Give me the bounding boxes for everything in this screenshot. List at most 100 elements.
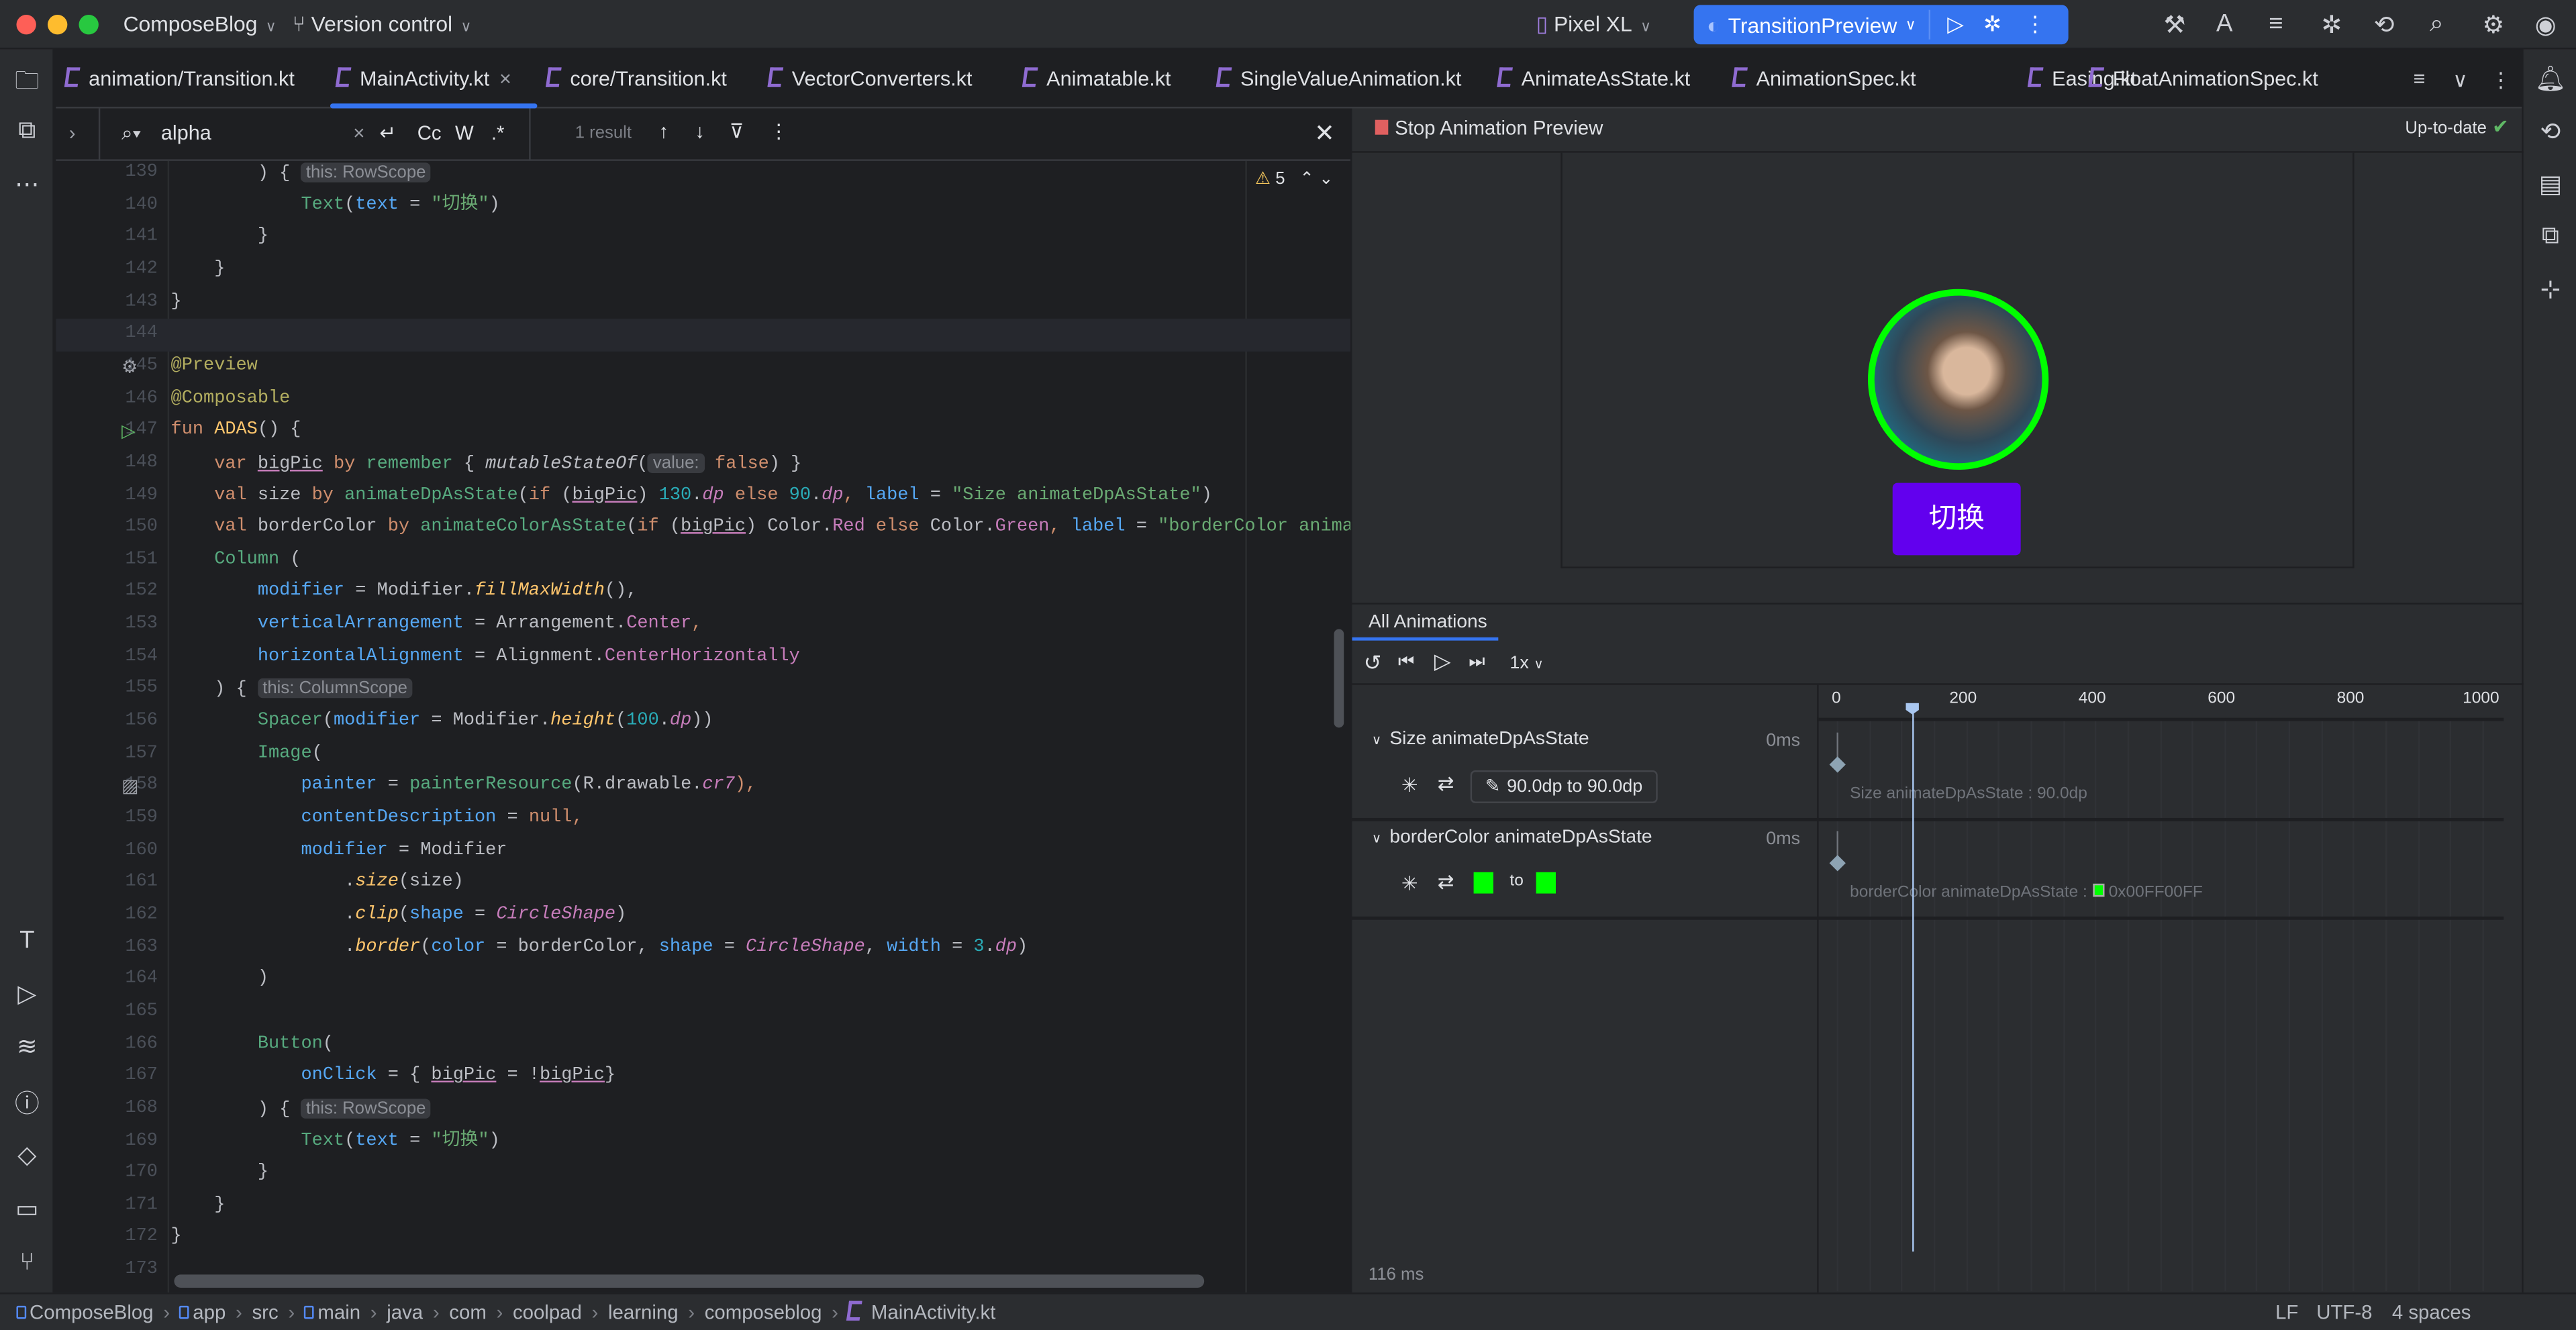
code-line[interactable]: 151 Column ( bbox=[56, 545, 1350, 577]
line-separator[interactable]: LF bbox=[2275, 1301, 2298, 1324]
keyframe-diamond[interactable] bbox=[1828, 855, 1845, 872]
code-line[interactable]: 159 contentDescription = null, bbox=[56, 803, 1350, 835]
code-line[interactable]: 162 .clip(shape = CircleShape) bbox=[56, 900, 1350, 932]
skip-end-icon[interactable]: ⏭︎ bbox=[1469, 652, 1485, 674]
structure-icon[interactable]: ⧉ bbox=[0, 117, 54, 145]
breadcrumb-item[interactable]: app bbox=[193, 1301, 226, 1324]
maximize-window-button[interactable] bbox=[79, 15, 99, 35]
code-line[interactable]: 139 ) { this: RowScope bbox=[56, 161, 1350, 190]
code-line[interactable]: 141 } bbox=[56, 222, 1350, 254]
gradle-icon[interactable]: ▤ bbox=[2524, 169, 2576, 199]
vcs-selector[interactable]: ⑂ Version control ∨ bbox=[293, 11, 472, 36]
run-icon[interactable]: ▷ bbox=[121, 416, 136, 448]
terminal-icon[interactable]: ▭ bbox=[0, 1194, 54, 1224]
breadcrumb-item[interactable]: java bbox=[387, 1301, 423, 1324]
project-selector[interactable]: ComposeBlog ∨ bbox=[123, 11, 277, 36]
code-line[interactable]: 154 horizontalAlignment = Alignment.Cent… bbox=[56, 642, 1350, 674]
minimize-window-button[interactable] bbox=[47, 15, 68, 35]
code-line[interactable]: 167 onClick = { bigPic = !bigPic} bbox=[56, 1062, 1350, 1094]
git-icon[interactable]: ⑂ bbox=[0, 1248, 54, 1276]
code-line[interactable]: 158 ▨ painter = painterResource(R.drawabl… bbox=[56, 771, 1350, 803]
translate-icon[interactable]: A bbox=[2216, 10, 2233, 38]
bug-icon[interactable]: ✲ bbox=[2322, 10, 2342, 40]
breadcrumb-item[interactable]: com bbox=[449, 1301, 486, 1324]
code-line[interactable]: 160 modifier = Modifier bbox=[56, 835, 1350, 868]
code-line[interactable]: 171 } bbox=[56, 1190, 1350, 1223]
code-line[interactable]: 142 } bbox=[56, 254, 1350, 287]
code-line[interactable]: 164 ) bbox=[56, 964, 1350, 996]
chevron-down-icon[interactable]: ∨ bbox=[1372, 733, 1381, 748]
image-icon[interactable]: ▨ bbox=[121, 771, 138, 803]
run-icon[interactable]: ▷ bbox=[0, 979, 54, 1009]
breadcrumb-item[interactable]: coolpad bbox=[513, 1301, 582, 1324]
tab-mainactivity-kt[interactable]: MainActivity.kt × bbox=[335, 67, 511, 91]
words-toggle[interactable]: W bbox=[455, 121, 474, 144]
tab-list-icon[interactable]: ≡ bbox=[2414, 67, 2426, 90]
tab-core-transition-kt[interactable]: core/Transition.kt bbox=[546, 67, 727, 91]
from-color-swatch[interactable] bbox=[1473, 872, 1493, 894]
animation-row-header[interactable]: ∨ borderColor animateDpAsState bbox=[1372, 828, 1652, 848]
logcat-icon[interactable]: ≋ bbox=[0, 1031, 54, 1062]
playhead-handle[interactable] bbox=[1905, 703, 1920, 715]
expand-icon[interactable]: › bbox=[69, 121, 76, 144]
code-line[interactable]: 169 Text(text = "切换") bbox=[56, 1126, 1350, 1158]
tab-animationspec-kt[interactable]: AnimationSpec.kt bbox=[1732, 67, 1916, 91]
speed-selector[interactable]: 1x ∨ bbox=[1509, 654, 1543, 673]
to-color-swatch[interactable] bbox=[1536, 872, 1556, 894]
code-line[interactable]: 148 var bigPic by remember { mutableStat… bbox=[56, 448, 1350, 480]
breadcrumb-item[interactable]: src bbox=[252, 1301, 278, 1324]
code-line[interactable]: 155 ) { this: ColumnScope bbox=[56, 674, 1350, 707]
build-variants-icon[interactable]: T bbox=[0, 927, 54, 955]
animation-row-header[interactable]: ∨ Size animateDpAsState bbox=[1372, 729, 1589, 749]
breadcrumb-item[interactable]: main bbox=[317, 1301, 360, 1324]
code-line[interactable]: 146 @Composable bbox=[56, 384, 1350, 416]
indent-setting[interactable]: 4 spaces bbox=[2392, 1301, 2471, 1324]
next-occurrence-icon[interactable]: ↓ bbox=[695, 120, 705, 143]
tab-animatable-kt[interactable]: Animatable.kt bbox=[1022, 67, 1171, 91]
close-icon[interactable]: ✕ bbox=[1314, 118, 1335, 148]
tab-vectorconverters-kt[interactable]: VectorConverters.kt bbox=[767, 67, 972, 91]
code-line[interactable]: 166 Button( bbox=[56, 1029, 1350, 1062]
problems-icon[interactable]: ⓘ bbox=[0, 1086, 54, 1120]
code-line[interactable]: 157 Image( bbox=[56, 739, 1350, 771]
device-manager-icon[interactable]: ⟲ bbox=[2524, 117, 2576, 146]
code-line[interactable]: 172} bbox=[56, 1223, 1350, 1255]
code-line[interactable]: 152 modifier = Modifier.fillMaxWidth(), bbox=[56, 577, 1350, 609]
chevron-down-icon[interactable]: ∨ bbox=[1372, 831, 1381, 846]
run-config-label[interactable]: TransitionPreview bbox=[1728, 12, 1897, 37]
close-icon[interactable]: × bbox=[499, 67, 511, 90]
folder-icon[interactable]: 🗀 bbox=[0, 64, 54, 105]
edit-value-button[interactable]: ✎ 90.0dp to 90.0dp bbox=[1470, 770, 1658, 803]
search-icon[interactable]: ⌕ bbox=[2430, 10, 2444, 38]
device-selector[interactable]: ▯ Pixel XL ∨ bbox=[1536, 11, 1651, 38]
regex-toggle[interactable]: .* bbox=[491, 121, 505, 144]
clear-icon[interactable]: × bbox=[353, 121, 364, 144]
copy-icon[interactable]: ⧉ bbox=[2524, 221, 2576, 250]
code-line[interactable]: 165 bbox=[56, 996, 1350, 1029]
code-editor[interactable]: ⚠ 5 ⌃ ⌄ 139 ) { this: RowScope 140 Text(t… bbox=[56, 160, 1351, 1293]
breadcrumb-item[interactable]: MainActivity.kt bbox=[871, 1301, 996, 1324]
device-preview[interactable]: 切换 bbox=[1561, 152, 2355, 568]
filter-icon[interactable]: ⊽ bbox=[730, 120, 744, 143]
build-icon[interactable]: ⚒ bbox=[2164, 10, 2186, 40]
code-line[interactable]: 161 .size(size) bbox=[56, 868, 1350, 900]
gem-icon[interactable]: ◇ bbox=[0, 1140, 54, 1170]
code-line[interactable]: 147 ▷ fun ADAS() { bbox=[56, 416, 1350, 448]
tab-animateasstate-kt[interactable]: AnimateAsState.kt bbox=[1497, 67, 1690, 91]
chevron-down-icon[interactable]: ∨ bbox=[2453, 67, 2467, 92]
code-line[interactable]: 156 Spacer(modifier = Modifier.height(10… bbox=[56, 707, 1350, 739]
newline-icon[interactable]: ↵ bbox=[379, 121, 396, 144]
keyframe-diamond[interactable] bbox=[1828, 756, 1845, 773]
code-line[interactable]: 145 ⚙ @Preview bbox=[56, 352, 1350, 384]
run-configuration-widget[interactable]: ◐ TransitionPreview ∨ ▷ ✲ ⋮ bbox=[1693, 5, 2069, 45]
more-icon[interactable]: ⋮ bbox=[769, 120, 789, 143]
breadcrumb-item[interactable]: learning bbox=[608, 1301, 679, 1324]
more-icon[interactable]: ⋮ bbox=[2491, 67, 2512, 92]
tab-floatanimationspec-kt[interactable]: FloatAnimationSpec.kt bbox=[2088, 67, 2318, 91]
find-input[interactable]: alpha bbox=[161, 121, 211, 144]
freeze-icon[interactable]: ✳ bbox=[1401, 872, 1418, 895]
tab-all-animations[interactable]: All Animations bbox=[1369, 613, 1487, 632]
code-line[interactable]: 140 Text(text = "切换") bbox=[56, 190, 1350, 222]
run-button[interactable]: ▷ bbox=[1947, 11, 1963, 38]
code-line[interactable]: 163 .border(color = borderColor, shape =… bbox=[56, 932, 1350, 964]
